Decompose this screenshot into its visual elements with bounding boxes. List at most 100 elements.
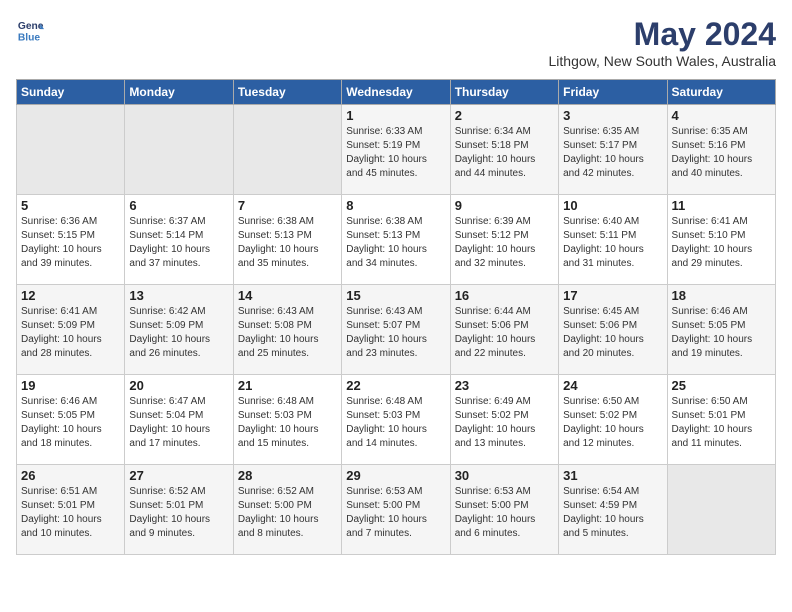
weekday-header-sunday: Sunday bbox=[17, 80, 125, 105]
calendar-cell: 5 Sunrise: 6:36 AM Sunset: 5:15 PM Daylig… bbox=[17, 195, 125, 285]
day-info: Sunrise: 6:46 AM Sunset: 5:05 PM Dayligh… bbox=[672, 305, 771, 361]
day-number: 27 bbox=[129, 468, 228, 483]
day-info: Sunrise: 6:46 AM Sunset: 5:05 PM Dayligh… bbox=[21, 395, 120, 451]
day-info: Sunrise: 6:38 AM Sunset: 5:13 PM Dayligh… bbox=[238, 215, 337, 271]
day-number: 31 bbox=[563, 468, 662, 483]
day-info: Sunrise: 6:52 AM Sunset: 5:00 PM Dayligh… bbox=[238, 485, 337, 541]
day-info: Sunrise: 6:39 AM Sunset: 5:12 PM Dayligh… bbox=[455, 215, 554, 271]
day-info: Sunrise: 6:36 AM Sunset: 5:15 PM Dayligh… bbox=[21, 215, 120, 271]
day-number: 12 bbox=[21, 288, 120, 303]
calendar-cell: 12Sunrise: 6:41 AM Sunset: 5:09 PM Dayli… bbox=[17, 285, 125, 375]
day-number: 14 bbox=[238, 288, 337, 303]
day-number: 21 bbox=[238, 378, 337, 393]
day-number: 8 bbox=[346, 198, 445, 213]
svg-text:General: General bbox=[18, 21, 44, 32]
weekday-header-thursday: Thursday bbox=[450, 80, 558, 105]
calendar-cell: 15Sunrise: 6:43 AM Sunset: 5:07 PM Dayli… bbox=[342, 285, 450, 375]
day-number: 22 bbox=[346, 378, 445, 393]
day-info: Sunrise: 6:44 AM Sunset: 5:06 PM Dayligh… bbox=[455, 305, 554, 361]
day-number: 3 bbox=[563, 108, 662, 123]
day-info: Sunrise: 6:45 AM Sunset: 5:06 PM Dayligh… bbox=[563, 305, 662, 361]
week-row-4: 19 Sunrise: 6:46 AM Sunset: 5:05 PM Dayli… bbox=[17, 375, 776, 465]
title-block: May 2024 Lithgow, New South Wales, Austr… bbox=[549, 16, 777, 69]
calendar-cell: 16 Sunrise: 6:44 AM Sunset: 5:06 PM Dayli… bbox=[450, 285, 558, 375]
day-info: Sunrise: 6:48 AM Sunset: 5:03 PM Dayligh… bbox=[238, 395, 337, 451]
weekday-header-friday: Friday bbox=[559, 80, 667, 105]
week-row-1: 1Sunrise: 6:33 AM Sunset: 5:19 PM Daylig… bbox=[17, 105, 776, 195]
day-number: 7 bbox=[238, 198, 337, 213]
day-info: Sunrise: 6:35 AM Sunset: 5:16 PM Dayligh… bbox=[672, 125, 771, 181]
calendar-cell: 6 Sunrise: 6:37 AM Sunset: 5:14 PM Daylig… bbox=[125, 195, 233, 285]
day-number: 10 bbox=[563, 198, 662, 213]
day-number: 28 bbox=[238, 468, 337, 483]
day-number: 18 bbox=[672, 288, 771, 303]
day-info: Sunrise: 6:43 AM Sunset: 5:08 PM Dayligh… bbox=[238, 305, 337, 361]
calendar-table: SundayMondayTuesdayWednesdayThursdayFrid… bbox=[16, 79, 776, 555]
day-info: Sunrise: 6:54 AM Sunset: 4:59 PM Dayligh… bbox=[563, 485, 662, 541]
day-info: Sunrise: 6:51 AM Sunset: 5:01 PM Dayligh… bbox=[21, 485, 120, 541]
day-number: 2 bbox=[455, 108, 554, 123]
calendar-cell: 11Sunrise: 6:41 AM Sunset: 5:10 PM Dayli… bbox=[667, 195, 775, 285]
day-number: 16 bbox=[455, 288, 554, 303]
day-info: Sunrise: 6:49 AM Sunset: 5:02 PM Dayligh… bbox=[455, 395, 554, 451]
location-title: Lithgow, New South Wales, Australia bbox=[549, 53, 777, 69]
day-info: Sunrise: 6:34 AM Sunset: 5:18 PM Dayligh… bbox=[455, 125, 554, 181]
day-number: 30 bbox=[455, 468, 554, 483]
day-number: 15 bbox=[346, 288, 445, 303]
calendar-cell: 3Sunrise: 6:35 AM Sunset: 5:17 PM Daylig… bbox=[559, 105, 667, 195]
calendar-cell: 9Sunrise: 6:39 AM Sunset: 5:12 PM Daylig… bbox=[450, 195, 558, 285]
day-info: Sunrise: 6:53 AM Sunset: 5:00 PM Dayligh… bbox=[455, 485, 554, 541]
calendar-cell: 29Sunrise: 6:53 AM Sunset: 5:00 PM Dayli… bbox=[342, 465, 450, 555]
calendar-cell: 10 Sunrise: 6:40 AM Sunset: 5:11 PM Dayli… bbox=[559, 195, 667, 285]
calendar-cell: 25Sunrise: 6:50 AM Sunset: 5:01 PM Dayli… bbox=[667, 375, 775, 465]
day-number: 4 bbox=[672, 108, 771, 123]
day-number: 29 bbox=[346, 468, 445, 483]
month-title: May 2024 bbox=[549, 16, 777, 53]
day-number: 11 bbox=[672, 198, 771, 213]
calendar-cell: 14 Sunrise: 6:43 AM Sunset: 5:08 PM Dayli… bbox=[233, 285, 341, 375]
day-number: 6 bbox=[129, 198, 228, 213]
calendar-cell: 18 Sunrise: 6:46 AM Sunset: 5:05 PM Dayli… bbox=[667, 285, 775, 375]
page-header: General Blue May 2024 Lithgow, New South… bbox=[16, 16, 776, 69]
day-number: 5 bbox=[21, 198, 120, 213]
day-number: 23 bbox=[455, 378, 554, 393]
day-number: 19 bbox=[21, 378, 120, 393]
weekday-header-wednesday: Wednesday bbox=[342, 80, 450, 105]
logo-icon: General Blue bbox=[16, 16, 44, 44]
calendar-cell: 21 Sunrise: 6:48 AM Sunset: 5:03 PM Dayli… bbox=[233, 375, 341, 465]
weekday-header-saturday: Saturday bbox=[667, 80, 775, 105]
calendar-cell bbox=[17, 105, 125, 195]
calendar-cell: 13Sunrise: 6:42 AM Sunset: 5:09 PM Dayli… bbox=[125, 285, 233, 375]
calendar-body: 1Sunrise: 6:33 AM Sunset: 5:19 PM Daylig… bbox=[17, 105, 776, 555]
calendar-cell bbox=[667, 465, 775, 555]
calendar-cell: 19 Sunrise: 6:46 AM Sunset: 5:05 PM Dayli… bbox=[17, 375, 125, 465]
calendar-cell bbox=[125, 105, 233, 195]
calendar-cell: 23 Sunrise: 6:49 AM Sunset: 5:02 PM Dayli… bbox=[450, 375, 558, 465]
calendar-cell: 27 Sunrise: 6:52 AM Sunset: 5:01 PM Dayli… bbox=[125, 465, 233, 555]
calendar-cell bbox=[233, 105, 341, 195]
calendar-cell: 31 Sunrise: 6:54 AM Sunset: 4:59 PM Dayli… bbox=[559, 465, 667, 555]
svg-text:Blue: Blue bbox=[18, 32, 41, 43]
calendar-cell: 30 Sunrise: 6:53 AM Sunset: 5:00 PM Dayli… bbox=[450, 465, 558, 555]
calendar-cell: 26 Sunrise: 6:51 AM Sunset: 5:01 PM Dayli… bbox=[17, 465, 125, 555]
weekday-header-monday: Monday bbox=[125, 80, 233, 105]
calendar-cell: 17 Sunrise: 6:45 AM Sunset: 5:06 PM Dayli… bbox=[559, 285, 667, 375]
day-info: Sunrise: 6:38 AM Sunset: 5:13 PM Dayligh… bbox=[346, 215, 445, 271]
day-number: 17 bbox=[563, 288, 662, 303]
day-number: 25 bbox=[672, 378, 771, 393]
day-info: Sunrise: 6:40 AM Sunset: 5:11 PM Dayligh… bbox=[563, 215, 662, 271]
day-number: 13 bbox=[129, 288, 228, 303]
day-info: Sunrise: 6:52 AM Sunset: 5:01 PM Dayligh… bbox=[129, 485, 228, 541]
day-info: Sunrise: 6:50 AM Sunset: 5:02 PM Dayligh… bbox=[563, 395, 662, 451]
calendar-cell: 2 Sunrise: 6:34 AM Sunset: 5:18 PM Daylig… bbox=[450, 105, 558, 195]
calendar-header: SundayMondayTuesdayWednesdayThursdayFrid… bbox=[17, 80, 776, 105]
weekday-header-tuesday: Tuesday bbox=[233, 80, 341, 105]
calendar-cell: 4 Sunrise: 6:35 AM Sunset: 5:16 PM Daylig… bbox=[667, 105, 775, 195]
day-info: Sunrise: 6:47 AM Sunset: 5:04 PM Dayligh… bbox=[129, 395, 228, 451]
day-info: Sunrise: 6:37 AM Sunset: 5:14 PM Dayligh… bbox=[129, 215, 228, 271]
day-info: Sunrise: 6:33 AM Sunset: 5:19 PM Dayligh… bbox=[346, 125, 445, 181]
day-number: 26 bbox=[21, 468, 120, 483]
weekday-header-row: SundayMondayTuesdayWednesdayThursdayFrid… bbox=[17, 80, 776, 105]
calendar-cell: 7 Sunrise: 6:38 AM Sunset: 5:13 PM Daylig… bbox=[233, 195, 341, 285]
calendar-cell: 8 Sunrise: 6:38 AM Sunset: 5:13 PM Daylig… bbox=[342, 195, 450, 285]
